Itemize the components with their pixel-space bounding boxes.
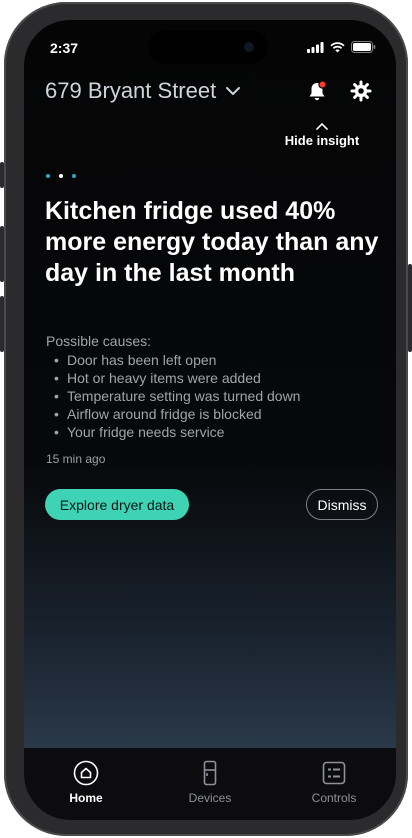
volume-up-button (0, 226, 4, 282)
power-button (408, 264, 412, 352)
cause-item: Your fridge needs service (46, 423, 300, 441)
cause-item: Door has been left open (46, 351, 300, 369)
tab-label: Devices (188, 791, 232, 805)
insight-headline: Kitchen fridge used 40% more energy toda… (45, 197, 379, 287)
explore-dryer-data-button[interactable]: Explore dryer data (45, 489, 189, 520)
cause-item: Hot or heavy items were added (46, 369, 300, 387)
hide-insight-label: Hide insight (284, 133, 360, 148)
address-selector[interactable]: 679 Bryant Street (45, 78, 241, 104)
controls-icon (322, 761, 346, 785)
phone-frame: 2:37 679 Bryant Street Hide insight Kitc… (0, 2, 412, 836)
status-time: 2:37 (50, 40, 79, 56)
carousel-dot[interactable] (72, 174, 76, 178)
devices-icon (203, 760, 217, 786)
cause-item: Airflow around fridge is blocked (46, 405, 300, 423)
chevron-down-icon (226, 86, 241, 95)
tab-controls[interactable]: Controls (272, 748, 396, 820)
chevron-up-icon (316, 122, 328, 130)
signal-icon (307, 41, 324, 53)
dynamic-island (148, 30, 268, 64)
tab-bar: Home Devices Controls (24, 748, 396, 820)
insight-timestamp: 15 min ago (46, 452, 106, 466)
screen: 2:37 679 Bryant Street Hide insight Kitc… (24, 20, 396, 820)
mute-switch (0, 162, 4, 188)
address-label: 679 Bryant Street (45, 78, 217, 103)
hide-insight-button[interactable]: Hide insight (279, 122, 365, 150)
causes-title: Possible causes: (46, 333, 152, 349)
settings-gear-icon[interactable] (350, 80, 372, 102)
wifi-icon (330, 41, 345, 52)
carousel-dot[interactable] (46, 174, 50, 178)
cause-item: Temperature setting was turned down (46, 387, 300, 405)
possible-causes: Possible causes: Door has been left open… (46, 332, 300, 441)
home-icon (73, 760, 99, 786)
volume-down-button (0, 296, 4, 352)
tab-label: Controls (311, 791, 357, 805)
carousel-dot-active[interactable] (59, 174, 63, 178)
status-icons (307, 41, 376, 53)
dismiss-button[interactable]: Dismiss (306, 489, 378, 520)
battery-icon (351, 41, 376, 53)
causes-list: Door has been left open Hot or heavy ite… (46, 351, 300, 441)
tab-home[interactable]: Home (24, 748, 148, 820)
carousel-dots (46, 174, 76, 178)
notification-bell-icon[interactable] (306, 80, 328, 102)
tab-devices[interactable]: Devices (148, 748, 272, 820)
tab-label: Home (69, 791, 103, 805)
